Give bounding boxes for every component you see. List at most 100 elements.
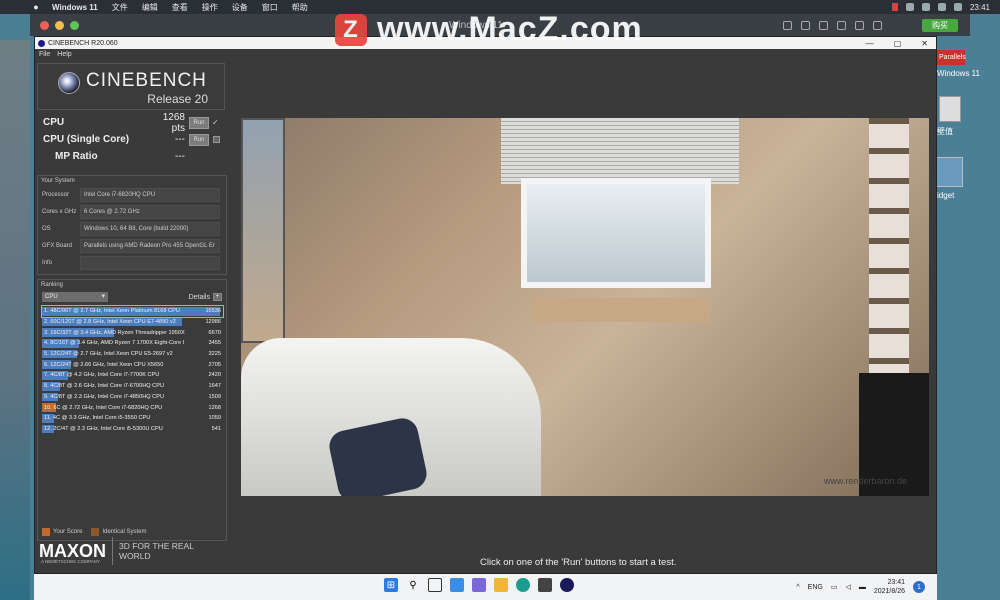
tray-icon[interactable] (921, 3, 930, 11)
checkmark-icon[interactable]: ✓ (212, 118, 220, 127)
ranking-score: 1647 (208, 383, 221, 390)
clock-date: 2021/8/26 (873, 588, 905, 595)
notification-badge[interactable]: 1 (913, 581, 925, 593)
ranking-score: 1059 (208, 415, 221, 422)
desktop-file-icon[interactable] (939, 96, 961, 122)
vm-tool-icon[interactable] (837, 20, 846, 30)
single-core-checkbox[interactable] (213, 136, 220, 143)
ranking-row[interactable]: 12. 2C/4T @ 2.3 GHz, Intel Core i5-5300U… (42, 424, 223, 435)
menu-file[interactable]: File (39, 51, 50, 58)
vm-tool-icon[interactable] (819, 20, 828, 30)
taskbar-apps: ⊞ ⚲ (384, 578, 574, 592)
ranking-list: 1. 48C/96T @ 2.7 GHz, Intel Xeon Platinu… (38, 304, 226, 434)
task-view-icon[interactable] (428, 578, 442, 592)
mac-menu-window[interactable]: 窗口 (262, 2, 278, 13)
system-row: OS Windows 10, 64 Bit, Core (build 22000… (38, 220, 226, 237)
wifi-icon[interactable] (937, 3, 946, 11)
battery-icon[interactable] (953, 3, 962, 11)
windows-start-icon[interactable]: ⊞ (384, 578, 398, 592)
mac-desktop-left (0, 40, 30, 600)
ranking-row[interactable]: 9. 4C/8T @ 2.3 GHz, Intel Core i7-4850HQ… (42, 392, 223, 403)
taskbar-clock[interactable]: 23:41 2021/8/26 (874, 578, 905, 596)
ranking-row[interactable]: 6. 12C/24T @ 2.66 GHz, Intel Xeon CPU X5… (42, 359, 223, 370)
release-label: Release 20 (147, 92, 208, 106)
vm-tool-icon[interactable] (855, 20, 864, 30)
vm-toolbar (783, 20, 922, 30)
maximize-icon[interactable]: ▢ (894, 39, 902, 48)
vm-buy-button[interactable]: 购买 (922, 18, 958, 32)
ranking-row[interactable]: 4. 8C/16T @ 3.4 GHz, AMD Ryzen 7 1700X E… (42, 338, 223, 349)
ranking-row[interactable]: 1. 48C/96T @ 2.7 GHz, Intel Xeon Platinu… (41, 305, 224, 318)
details-plus-button[interactable]: + (213, 293, 222, 301)
mac-clock[interactable]: 23:41 (970, 3, 990, 12)
minimize-icon[interactable]: — (866, 39, 874, 48)
ranking-row[interactable]: 2. 60C/120T @ 2.8 GHz, Intel Xeon CPU E7… (42, 317, 223, 328)
ranking-label: 5. 12C/24T @ 2.7 GHz, Intel Xeon CPU E5-… (44, 351, 173, 358)
minimize-traffic-light[interactable] (55, 20, 64, 30)
edge-icon[interactable] (516, 578, 530, 592)
system-key: Info (42, 259, 53, 266)
search-icon[interactable]: ⚲ (406, 578, 420, 592)
ranking-title: Ranking (41, 282, 64, 288)
mac-app-name[interactable]: Windows 11 (52, 3, 98, 12)
menu-help[interactable]: Help (57, 51, 71, 58)
mac-menu-file[interactable]: 文件 (112, 2, 128, 13)
tray-icon[interactable] (905, 3, 914, 11)
cinebench-taskbar-icon[interactable] (560, 578, 574, 592)
system-info-field[interactable] (80, 255, 220, 270)
zoom-traffic-light[interactable] (70, 20, 79, 30)
render-painting (241, 118, 285, 343)
mac-menu-view[interactable]: 查看 (172, 2, 188, 13)
ranking-label: 12. 2C/4T @ 2.3 GHz, Intel Core i5-5300U… (44, 425, 163, 432)
ranking-row[interactable]: 3. 16C/32T @ 3.4 GHz, AMD Ryzen Threadri… (42, 327, 223, 338)
details-label: Details (188, 293, 210, 301)
vm-tool-icon[interactable] (801, 20, 810, 30)
ranking-row[interactable]: 11. 4C @ 3.3 GHz, Intel Core i5-3550 CPU… (42, 413, 223, 424)
scores-panel: CPU 1268 pts Run ✓ CPU (Single Core) ---… (37, 111, 227, 165)
watermark-logo: Z (335, 13, 367, 46)
chat-icon[interactable] (472, 578, 486, 592)
mac-menu-help[interactable]: 帮助 (292, 2, 308, 13)
ranking-score: 6670 (208, 329, 221, 336)
run-cpu-button[interactable]: Run (189, 116, 209, 129)
close-icon[interactable]: ✕ (921, 39, 928, 48)
network-icon[interactable]: ▭ (831, 583, 838, 591)
score-row-mp-ratio: MP Ratio --- (37, 148, 227, 165)
ranking-row[interactable]: 8. 4C/8T @ 2.6 GHz, Intel Core i7-6700HQ… (42, 381, 223, 392)
ranking-label: 1. 48C/96T @ 2.7 GHz, Intel Xeon Platinu… (44, 308, 180, 315)
chevron-up-icon[interactable]: ^ (796, 584, 799, 591)
mac-menu-edit[interactable]: 编辑 (142, 2, 158, 13)
ranking-type-select[interactable]: CPU (42, 292, 108, 302)
run-single-core-button[interactable]: Run (189, 133, 209, 146)
record-icon[interactable] (891, 3, 898, 11)
watermark-text: www.MacZ.com (377, 10, 643, 48)
file-explorer-icon[interactable] (494, 578, 508, 592)
mac-menu-devices[interactable]: 设备 (232, 2, 248, 13)
battery-icon[interactable]: ▬ (859, 584, 866, 591)
widgets-icon[interactable] (450, 578, 464, 592)
close-traffic-light[interactable] (40, 20, 49, 30)
cinebench-window-title: CINEBENCH R20.060 (48, 39, 118, 47)
volume-icon[interactable]: ◁ (845, 583, 850, 591)
ranking-score: 16536 (205, 308, 221, 315)
ranking-row[interactable]: 7. 4C/8T @ 4.2 GHz, Intel Core i7-7700K … (42, 370, 223, 381)
system-key: OS (42, 225, 51, 232)
apple-icon[interactable]: ● (30, 2, 42, 12)
details-toggle[interactable]: Details + (189, 293, 222, 301)
store-icon[interactable] (538, 578, 552, 592)
ranking-row[interactable]: 5. 12C/24T @ 2.7 GHz, Intel Xeon CPU E5-… (42, 349, 223, 360)
vm-tool-icon[interactable] (873, 20, 882, 30)
parallels-desktop-icon[interactable]: Parallels (937, 50, 966, 65)
desktop-icon-label: idget (937, 191, 955, 200)
ranking-row-your-score[interactable]: 10. 6C @ 2.72 GHz, Intel Core i7-6820HQ … (42, 402, 223, 413)
maxon-branding: MAXON A NEMETSCHEK COMPANY 3D FOR THE RE… (37, 531, 227, 571)
mac-menu-actions[interactable]: 操作 (202, 2, 218, 13)
ranking-label: 2. 60C/120T @ 2.8 GHz, Intel Xeon CPU E7… (44, 319, 176, 326)
status-message: Click on one of the 'Run' buttons to sta… (480, 557, 677, 568)
cinebench-logo: CINEBENCH Release 20 (37, 63, 225, 110)
score-value: 1268 pts (162, 111, 185, 134)
language-indicator[interactable]: ENG (808, 584, 823, 591)
desktop-widget-icon[interactable] (935, 157, 963, 187)
vm-tool-icon[interactable] (783, 20, 792, 30)
system-key: Processor (42, 191, 70, 198)
